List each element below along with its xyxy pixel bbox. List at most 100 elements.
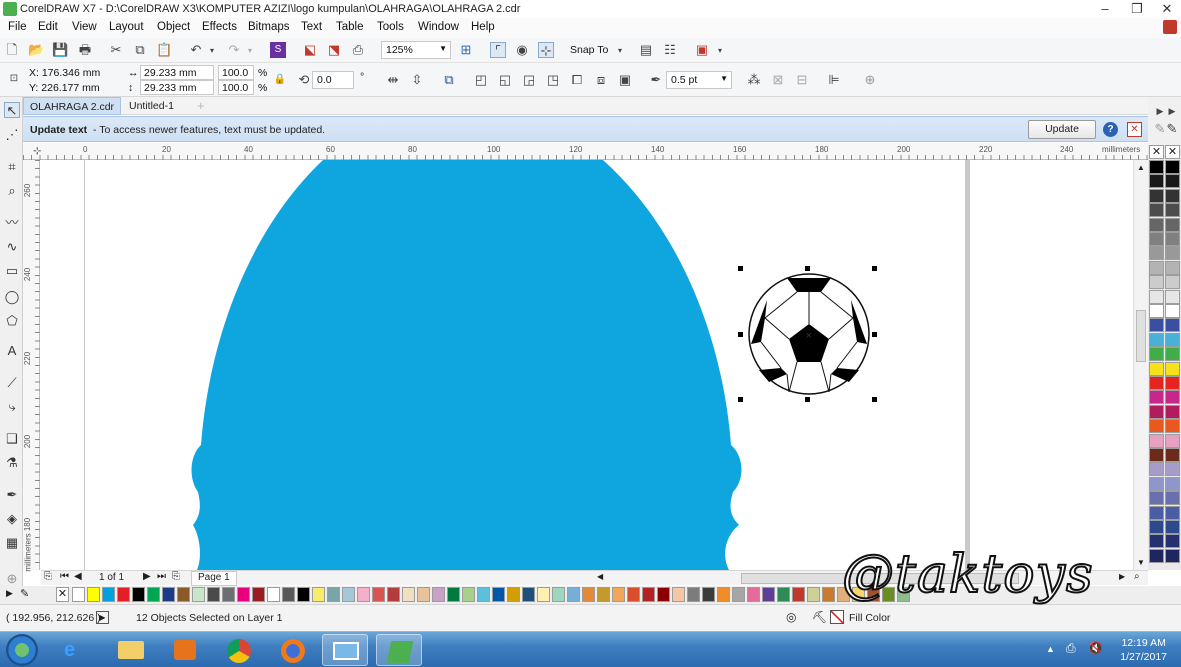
save-icon[interactable]: 💾 [52, 42, 68, 58]
vertical-ruler[interactable]: 260 240 220 200 180 millimeters [23, 160, 40, 572]
show-grid-icon[interactable]: ◉ [514, 42, 530, 58]
tab-untitled-1[interactable]: Untitled-1 [123, 97, 180, 115]
color-swatch[interactable] [1149, 246, 1164, 261]
color-swatch[interactable] [762, 587, 775, 602]
restore-button[interactable]: ❐ [1122, 0, 1152, 18]
color-swatch[interactable] [297, 587, 310, 602]
color-swatch[interactable] [732, 587, 745, 602]
color-swatch[interactable] [1165, 505, 1180, 520]
color-swatch[interactable] [1165, 304, 1180, 318]
minimize-button[interactable]: – [1090, 0, 1120, 18]
color-swatch[interactable] [792, 587, 805, 602]
tray-expand-icon[interactable]: ▲ [1046, 644, 1055, 654]
color-swatch[interactable] [1165, 404, 1180, 419]
next-page-icon[interactable]: ▶ [143, 571, 151, 582]
color-swatch[interactable] [1165, 332, 1180, 347]
launcher-dropdown-icon[interactable]: ▾ [712, 43, 728, 59]
color-swatch[interactable] [267, 587, 280, 602]
height-field[interactable]: 29.233 mm [140, 80, 214, 95]
color-swatch[interactable] [237, 587, 250, 602]
color-swatch[interactable] [1149, 318, 1164, 333]
color-swatch[interactable] [1149, 376, 1164, 390]
eyedropper-icon[interactable]: ✎ [1164, 121, 1180, 137]
add-tool-plus-icon[interactable]: ⊕ [4, 571, 20, 587]
zoom-level-select[interactable]: 125% ▼ [381, 41, 451, 59]
pick-tool-icon[interactable]: ↖ [4, 102, 20, 118]
color-swatch[interactable] [1149, 304, 1164, 318]
snap-to-dropdown-icon[interactable]: ▾ [612, 43, 628, 59]
options-icon[interactable]: ☷ [662, 42, 678, 58]
page-tab-page-1[interactable]: Page 1 [191, 571, 237, 586]
weld-icon[interactable]: ◰ [473, 72, 489, 88]
color-swatch[interactable] [1149, 505, 1164, 520]
scroll-up-icon[interactable]: ▲ [1137, 163, 1145, 172]
color-swatch[interactable] [582, 587, 595, 602]
chrome-icon[interactable] [216, 634, 262, 666]
color-swatch[interactable] [1149, 390, 1164, 405]
print-icon[interactable]: 🖶 [77, 42, 93, 58]
color-swatch[interactable] [1165, 203, 1180, 218]
color-swatch[interactable] [402, 587, 415, 602]
color-swatch[interactable] [102, 587, 115, 602]
photo-viewer-icon[interactable] [322, 634, 368, 666]
account-icon[interactable] [1163, 20, 1177, 34]
no-fill-swatch[interactable]: ✕ [1149, 145, 1164, 159]
palette-eyedropper-icon[interactable]: ✎ [20, 587, 29, 600]
color-swatch[interactable] [717, 587, 730, 602]
freehand-tool-icon[interactable]: 〰 [4, 215, 20, 231]
menu-table[interactable]: Table [336, 21, 364, 33]
color-swatch[interactable] [432, 587, 445, 602]
menu-effects[interactable]: Effects [202, 21, 237, 33]
color-swatch[interactable] [1149, 188, 1164, 203]
pathalign-icon[interactable]: ⊠ [770, 72, 786, 88]
color-swatch[interactable] [1165, 520, 1180, 534]
mirror-vertical-icon[interactable]: ⇳ [409, 72, 425, 88]
color-swatch[interactable] [117, 587, 130, 602]
color-profile-icon[interactable]: ◎ [786, 610, 796, 624]
shape-tool-icon[interactable]: ⋰ [4, 127, 20, 143]
color-swatch[interactable] [252, 587, 265, 602]
color-swatch[interactable] [1165, 390, 1180, 405]
menu-bitmaps[interactable]: Bitmaps [248, 21, 290, 33]
last-page-icon[interactable]: ⏭ [157, 571, 166, 582]
zoom-navigator-icon[interactable]: ⌕ [1134, 571, 1140, 582]
color-swatch[interactable] [1165, 188, 1180, 203]
color-swatch[interactable] [1165, 419, 1180, 434]
color-swatch[interactable] [807, 587, 820, 602]
color-eyedropper-icon[interactable]: ✒ [4, 487, 20, 503]
color-swatch[interactable] [87, 587, 100, 602]
no-fill-swatch[interactable]: ✕ [56, 587, 69, 602]
color-swatch[interactable] [747, 587, 760, 602]
color-swatch[interactable] [1149, 332, 1164, 347]
paste-icon[interactable]: 📋 [156, 42, 172, 58]
network-icon[interactable]: ⎙ [1066, 641, 1076, 656]
color-swatch[interactable] [1149, 361, 1164, 376]
color-swatch[interactable] [1149, 203, 1164, 218]
mirror-horizontal-icon[interactable]: ⇹ [385, 72, 401, 88]
menu-window[interactable]: Window [418, 21, 459, 33]
trim-icon[interactable]: ◱ [497, 72, 513, 88]
new-document-icon[interactable]: 🗋 [4, 42, 20, 58]
color-swatch[interactable] [192, 587, 205, 602]
drop-shadow-icon[interactable]: ❑ [4, 431, 20, 447]
simplify-icon[interactable]: ◳ [545, 72, 561, 88]
color-swatch[interactable] [1165, 548, 1180, 563]
color-swatch[interactable] [687, 587, 700, 602]
redo-icon[interactable]: ↷ [226, 42, 242, 58]
color-swatch[interactable] [1165, 246, 1180, 261]
color-swatch[interactable] [207, 587, 220, 602]
color-swatch[interactable] [612, 587, 625, 602]
drawing-canvas[interactable]: × [41, 160, 1134, 570]
color-swatch[interactable] [1149, 217, 1164, 232]
color-swatch[interactable] [1149, 491, 1164, 506]
color-swatch[interactable] [1149, 404, 1164, 419]
create-symmetry-icon[interactable]: ⁂ [746, 72, 762, 88]
color-swatch[interactable] [822, 587, 835, 602]
intersect-icon[interactable]: ◲ [521, 72, 537, 88]
color-swatch[interactable] [1165, 361, 1180, 376]
color-swatch[interactable] [387, 587, 400, 602]
color-swatch[interactable] [357, 587, 370, 602]
color-swatch[interactable] [1149, 232, 1164, 246]
transparency-icon[interactable]: ⚗ [4, 455, 20, 471]
publish-pdf-icon[interactable]: ⎙ [350, 42, 366, 58]
